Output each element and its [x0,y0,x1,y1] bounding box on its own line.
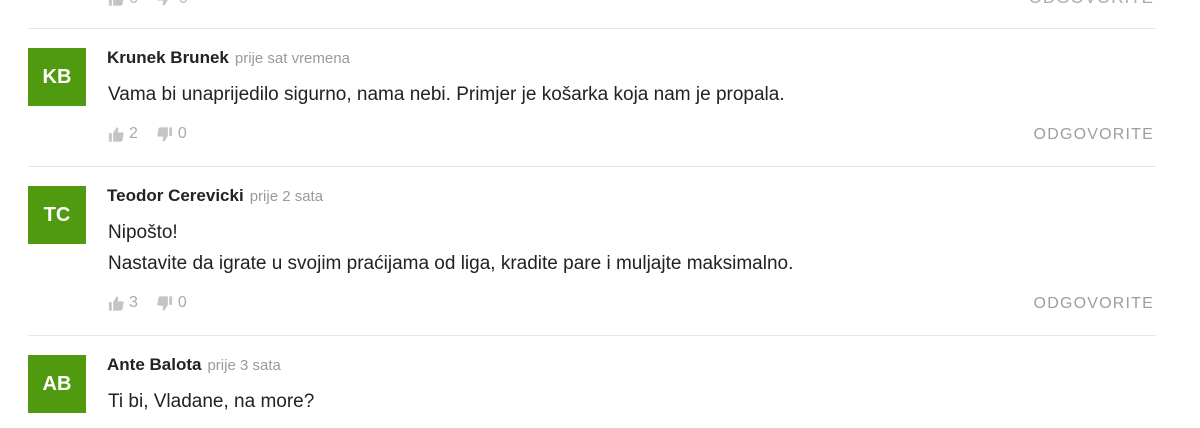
thumbs-down-icon [158,0,168,6]
dislike-count: 0 [177,294,187,311]
thumbs-down-icon [157,126,172,142]
comment-divider [28,335,1156,336]
thumbs-up-icon [108,295,124,311]
comment-author[interactable]: Ante Balota [107,355,201,374]
comment-divider [28,166,1156,167]
thumbs-up-icon [108,126,124,142]
comment-time[interactable]: prije sat vremena [235,50,350,67]
like-count: 2 [129,125,138,142]
avatar[interactable]: AB [28,355,86,413]
avatar[interactable]: TC [28,186,86,244]
comment-text: Nipošto! Nastavite da igrate u svojim pr… [108,217,793,279]
reply-button[interactable]: ODGOVORITE [1029,0,1154,8]
comment-author[interactable]: Krunek Brunek [107,48,229,67]
comment-meta: Krunek Brunek prije sat vremena [107,48,350,68]
comment-time[interactable]: prije 2 sata [250,188,323,205]
dislike-button[interactable]: 0 [156,0,188,8]
thumbs-down-icon [157,295,172,311]
like-count: 3 [129,294,138,311]
dislike-count: 0 [178,0,187,8]
comment-line: Ti bi, Vladane, na more? [108,391,315,412]
like-button[interactable]: 3 [107,294,138,312]
comment-votes: 2 0 [107,125,187,143]
comment-meta: Teodor Cerevicki prije 2 sata [107,186,323,206]
dislike-count: 0 [177,125,187,142]
reply-button[interactable]: ODGOVORITE [1034,295,1154,313]
comment-text: Vama bi unaprijedilo sigurno, nama nebi.… [108,79,785,110]
dislike-button[interactable]: 0 [156,294,187,312]
reply-button[interactable]: ODGOVORITE [1034,126,1154,144]
previous-comment-stub: 0 0 ODGOVORITE [0,0,1200,28]
comment-author[interactable]: Teodor Cerevicki [107,186,244,205]
previous-comment-votes: 0 0 [107,0,188,8]
comment-meta: Ante Balota prije 3 sata [107,355,281,375]
like-count: 0 [129,0,138,8]
comment-divider [28,28,1156,29]
comment-line: Vama bi unaprijedilo sigurno, nama nebi.… [108,84,785,105]
comment-votes: 3 0 [107,294,187,312]
comment-line: Nipošto! [108,222,178,243]
like-button[interactable]: 2 [107,125,138,143]
comment-line: Nastavite da igrate u svojim praćijama o… [108,253,794,274]
avatar[interactable]: KB [28,48,86,106]
comment-text: Ti bi, Vladane, na more? [108,386,314,417]
dislike-button[interactable]: 0 [156,125,187,143]
like-button[interactable]: 0 [107,0,138,8]
comment-time[interactable]: prije 3 sata [207,357,280,374]
thumbs-up-icon [108,0,124,6]
